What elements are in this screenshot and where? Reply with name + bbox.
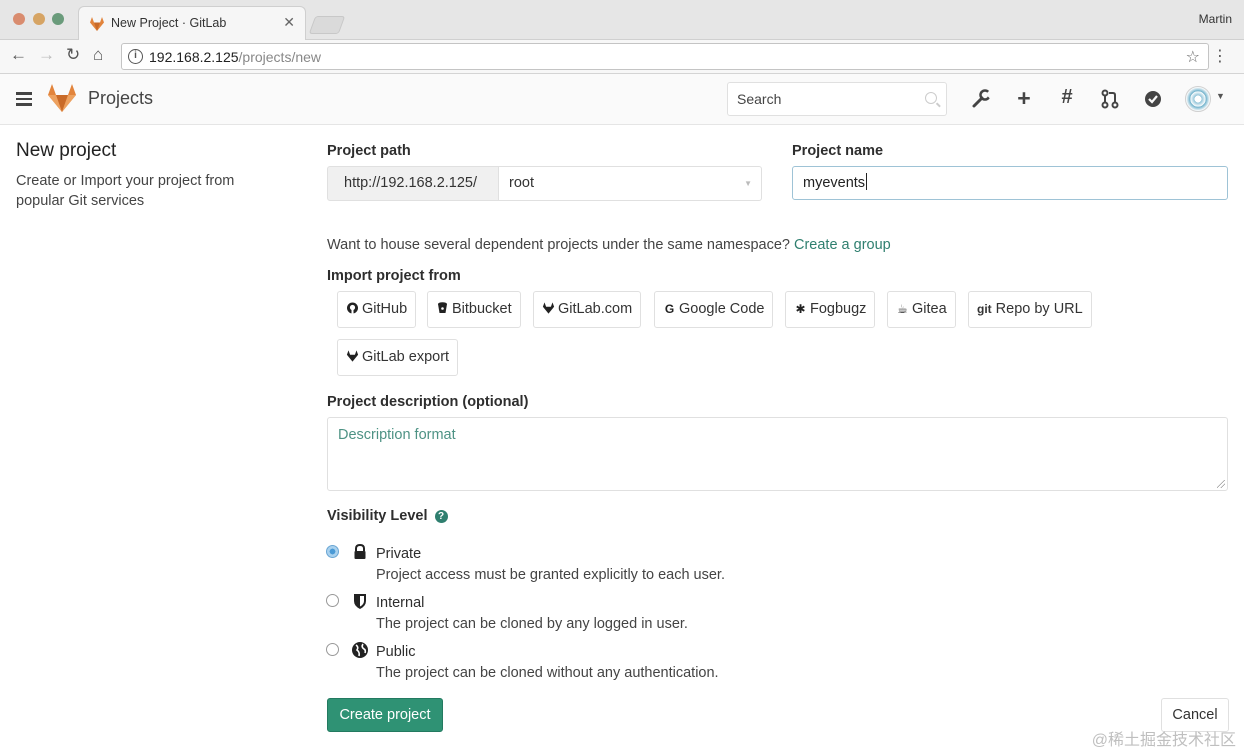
forward-arrow-icon[interactable]: → xyxy=(38,45,55,65)
gitea-icon: ☕ xyxy=(897,302,908,316)
visibility-private-radio[interactable] xyxy=(326,545,339,558)
hamburger-menu-icon[interactable] xyxy=(16,92,32,106)
gitlab-icon xyxy=(542,302,555,314)
bug-icon: ✱ xyxy=(795,302,806,316)
namespace-value: root xyxy=(509,175,534,191)
import-gitlab-com-button[interactable]: GitLab.com xyxy=(533,291,642,328)
visibility-public-description: The project can be cloned without any au… xyxy=(376,665,719,681)
import-label: Import project from xyxy=(327,268,461,284)
chevron-down-icon[interactable]: ▼ xyxy=(1216,91,1225,101)
chevron-down-icon: ▼ xyxy=(744,179,752,188)
create-project-button[interactable]: Create project xyxy=(327,698,443,732)
user-avatar[interactable] xyxy=(1185,86,1211,112)
import-gitlab-export-button[interactable]: GitLab export xyxy=(337,339,459,376)
namespace-note: Want to house several dependent projects… xyxy=(327,237,891,253)
browser-tab[interactable]: New Project · GitLab ✕ xyxy=(78,6,306,40)
plus-icon[interactable]: + xyxy=(1013,85,1035,112)
search-box xyxy=(727,82,947,116)
description-field xyxy=(327,417,1228,491)
visibility-label: Visibility Level ? xyxy=(327,508,448,524)
watermark: @稀土掘金技术社区 xyxy=(1091,732,1236,749)
project-path-label: Project path xyxy=(327,143,411,159)
visibility-private-description: Project access must be granted explicitl… xyxy=(376,567,725,583)
page-title: New project xyxy=(16,140,117,161)
gitlab-icon xyxy=(346,350,359,362)
shield-icon xyxy=(354,594,366,609)
close-tab-icon[interactable]: ✕ xyxy=(283,14,295,31)
create-group-link[interactable]: Create a group xyxy=(794,237,891,253)
bitbucket-icon xyxy=(438,302,447,313)
description-textarea[interactable] xyxy=(328,418,1227,490)
lock-icon xyxy=(354,543,366,559)
minimize-window-button[interactable] xyxy=(33,13,45,25)
close-window-button[interactable] xyxy=(13,13,25,25)
import-gitea-button[interactable]: ☕ Gitea xyxy=(887,291,956,328)
import-repo-by-url-button[interactable]: git Repo by URL xyxy=(968,291,1092,328)
gitlab-logo-icon[interactable] xyxy=(46,83,78,113)
url-text[interactable]: 192.168.2.125/projects/new xyxy=(149,49,321,65)
address-bar[interactable]: i 192.168.2.125/projects/new ☆ xyxy=(121,43,1209,70)
visibility-internal-title: Internal xyxy=(376,595,425,611)
google-icon: G xyxy=(664,302,675,316)
back-arrow-icon[interactable]: ← xyxy=(10,45,27,65)
gitlab-header: Projects + # ▼ xyxy=(0,74,1244,125)
help-icon[interactable]: ? xyxy=(434,510,448,523)
visibility-public-radio[interactable] xyxy=(326,643,339,656)
globe-icon xyxy=(352,642,368,658)
project-name-label: Project name xyxy=(792,143,884,159)
git-icon: git xyxy=(977,302,992,316)
browser-toolbar: ← → ↻ ⌂ i 192.168.2.125/projects/new ☆ ⋮ xyxy=(0,40,1244,74)
home-icon[interactable]: ⌂ xyxy=(93,45,103,65)
import-fogbugz-button[interactable]: ✱ Fogbugz xyxy=(785,291,876,328)
visibility-internal-radio[interactable] xyxy=(326,594,339,607)
resize-handle[interactable] xyxy=(1217,480,1225,488)
visibility-public-title: Public xyxy=(376,644,416,660)
visibility-private-title: Private xyxy=(376,546,422,562)
new-tab-button[interactable] xyxy=(308,16,346,34)
info-icon[interactable]: i xyxy=(128,49,143,64)
browser-titlebar: New Project · GitLab ✕ Martin xyxy=(0,0,1244,40)
namespace-select[interactable]: root ▼ xyxy=(499,166,762,201)
import-github-button[interactable]: GitHub xyxy=(337,291,417,328)
browser-menu-icon[interactable]: ⋮ xyxy=(1212,46,1228,66)
browser-profile-name[interactable]: Martin xyxy=(1199,12,1232,26)
import-google-code-button[interactable]: G Google Code xyxy=(654,291,774,328)
tab-title: New Project · GitLab xyxy=(111,16,227,30)
gitlab-favicon-icon xyxy=(90,17,104,31)
search-input[interactable] xyxy=(737,91,917,107)
path-prefix: http://192.168.2.125/ xyxy=(327,166,499,201)
description-label: Project description (optional) xyxy=(327,394,529,410)
import-bitbucket-button[interactable]: Bitbucket xyxy=(427,291,521,328)
visibility-internal-description: The project can be cloned by any logged … xyxy=(376,616,688,632)
page-description: Create or Import your project from popul… xyxy=(16,173,235,209)
bookmark-star-icon[interactable]: ☆ xyxy=(1186,47,1200,67)
search-icon[interactable] xyxy=(925,92,937,104)
page-section-title[interactable]: Projects xyxy=(88,88,153,109)
wrench-icon[interactable] xyxy=(970,88,992,110)
maximize-window-button[interactable] xyxy=(52,13,64,25)
merge-request-icon[interactable] xyxy=(1099,88,1121,110)
reload-icon[interactable]: ↻ xyxy=(66,45,80,65)
github-icon xyxy=(347,302,358,314)
project-name-input[interactable]: myevents xyxy=(792,166,1228,200)
todo-check-icon[interactable] xyxy=(1142,88,1164,110)
hash-icon[interactable]: # xyxy=(1056,86,1078,109)
